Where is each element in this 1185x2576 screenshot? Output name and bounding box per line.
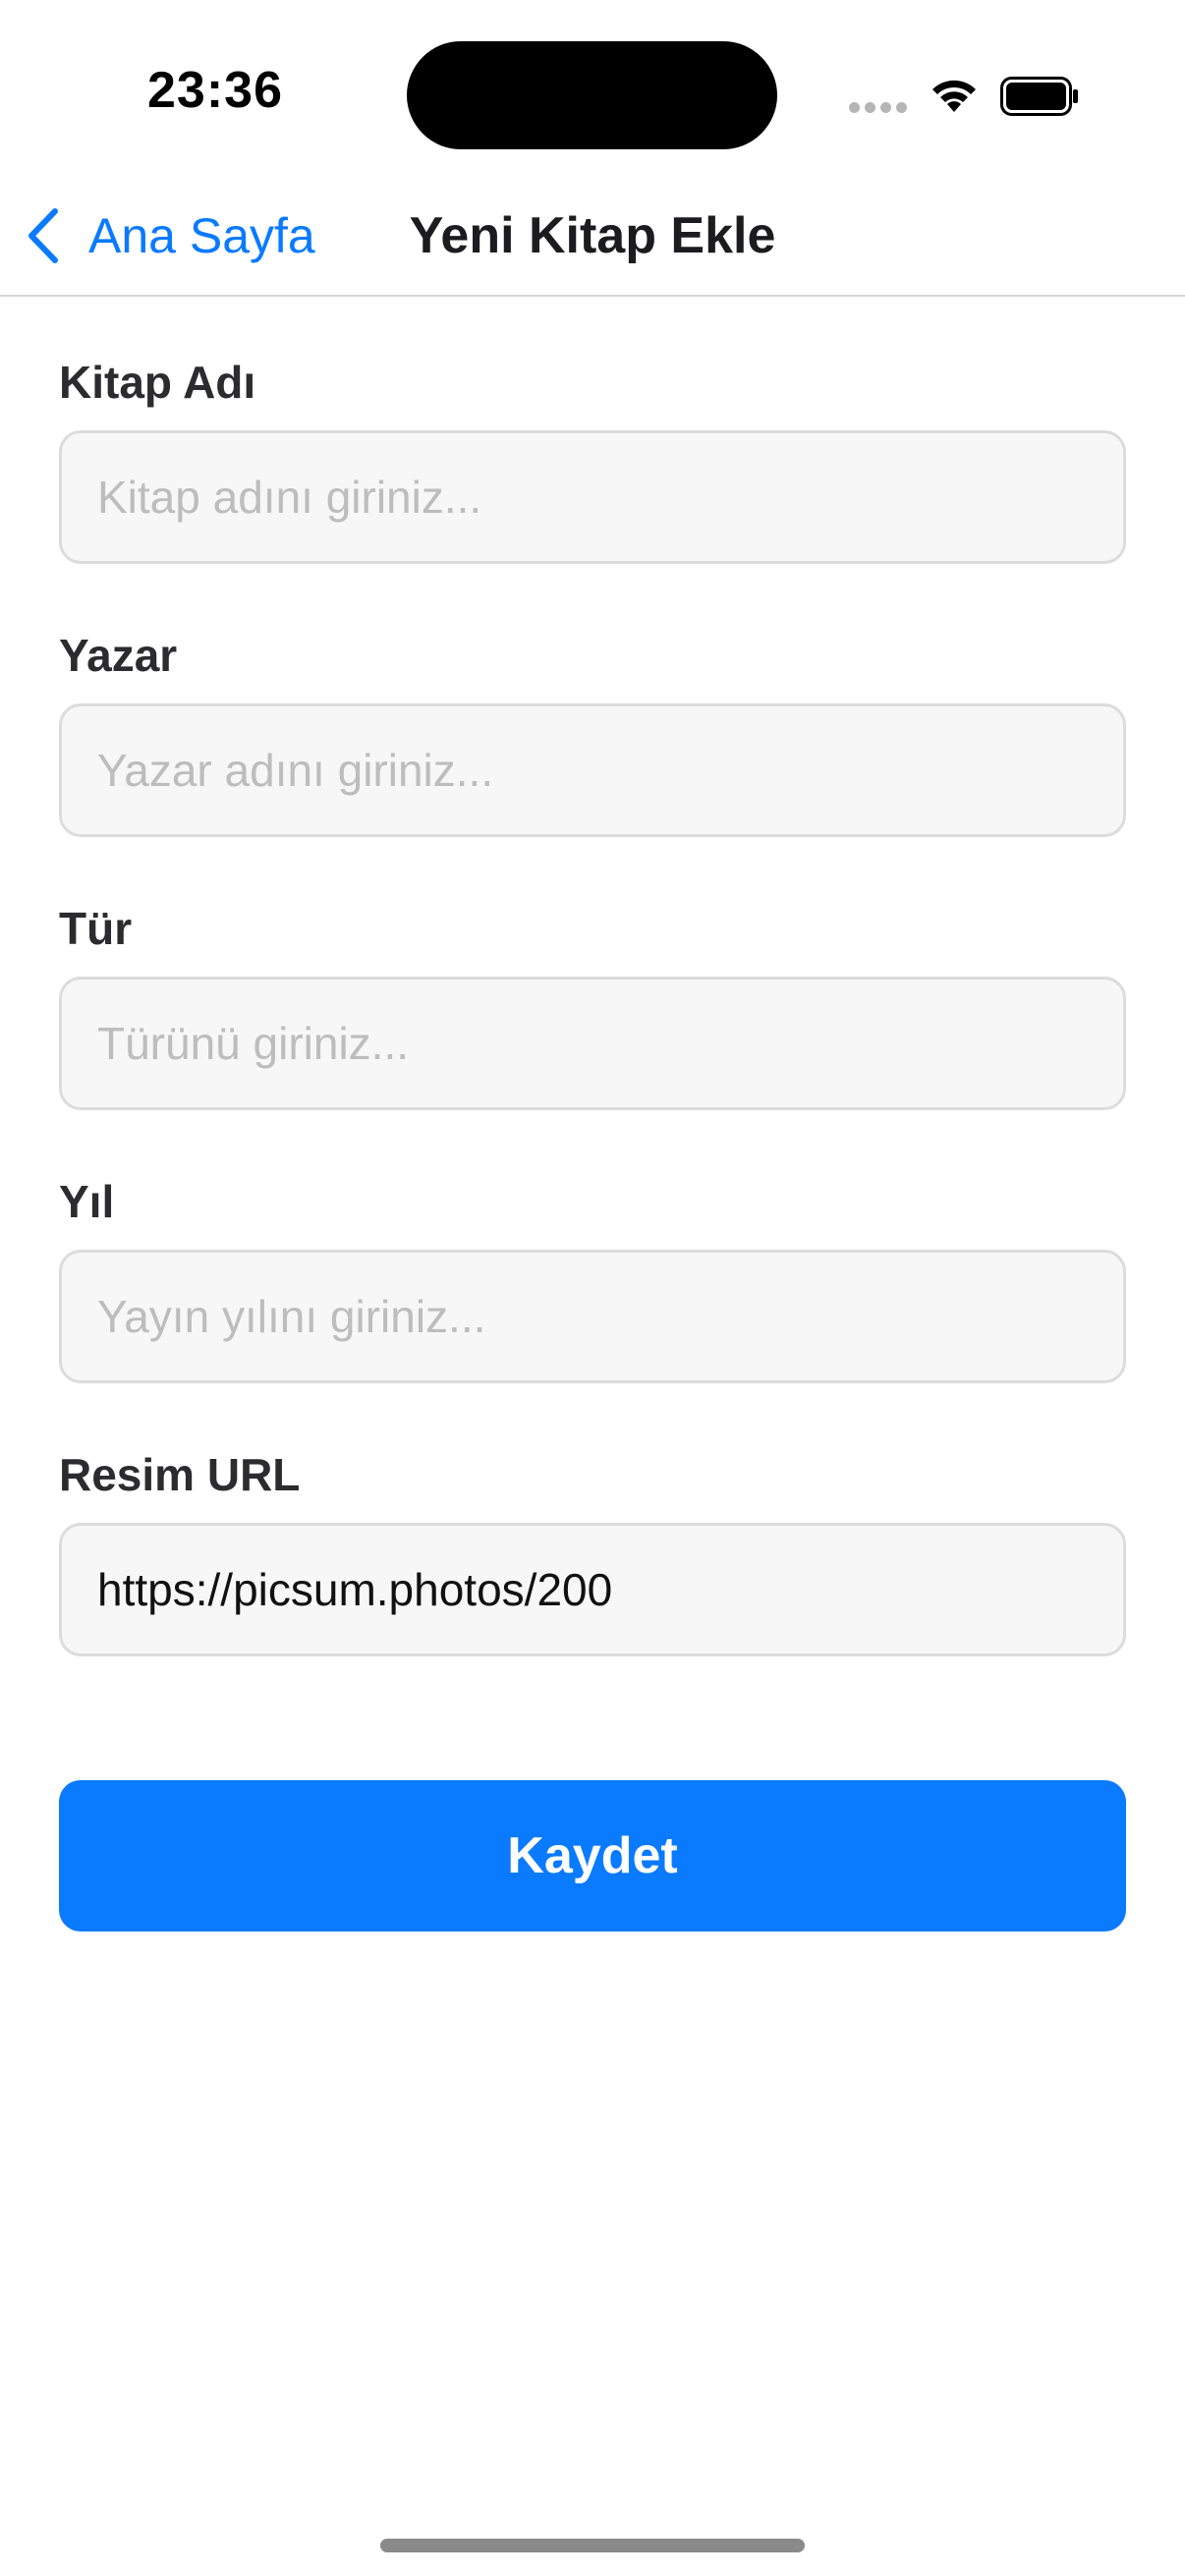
year-input[interactable] [59, 1250, 1126, 1383]
book-form: Kitap Adı Yazar Tür Yıl Resim URL [59, 350, 1126, 1715]
home-indicator [380, 2539, 805, 2552]
dynamic-island [407, 41, 777, 149]
status-time: 23:36 [147, 62, 283, 119]
image-url-field: Resim URL [59, 1442, 1126, 1656]
year-label: Yıl [59, 1176, 115, 1227]
author-field: Yazar [59, 623, 1126, 837]
image-url-input[interactable] [59, 1523, 1126, 1656]
page-title: Yeni Kitap Ekle [409, 207, 776, 264]
year-field: Yıl [59, 1169, 1126, 1383]
book-title-label: Kitap Adı [59, 357, 256, 408]
save-button[interactable]: Kaydet [59, 1780, 1126, 1932]
genre-label: Tür [59, 903, 133, 954]
screen: 23:36 Ana Sayfa Yeni Kitap Ekle Kitap Ad… [0, 0, 1185, 2576]
signal-icon [849, 102, 908, 116]
image-url-label: Resim URL [59, 1449, 301, 1500]
book-title-field: Kitap Adı [59, 350, 1126, 564]
book-title-input[interactable] [59, 430, 1126, 564]
battery-icon [1000, 77, 1078, 116]
author-label: Yazar [59, 630, 178, 681]
navigation-bar: Ana Sayfa Yeni Kitap Ekle [0, 175, 1185, 297]
author-input[interactable] [59, 703, 1126, 837]
genre-input[interactable] [59, 977, 1126, 1110]
genre-field: Tür [59, 896, 1126, 1110]
wifi-icon [932, 80, 976, 112]
